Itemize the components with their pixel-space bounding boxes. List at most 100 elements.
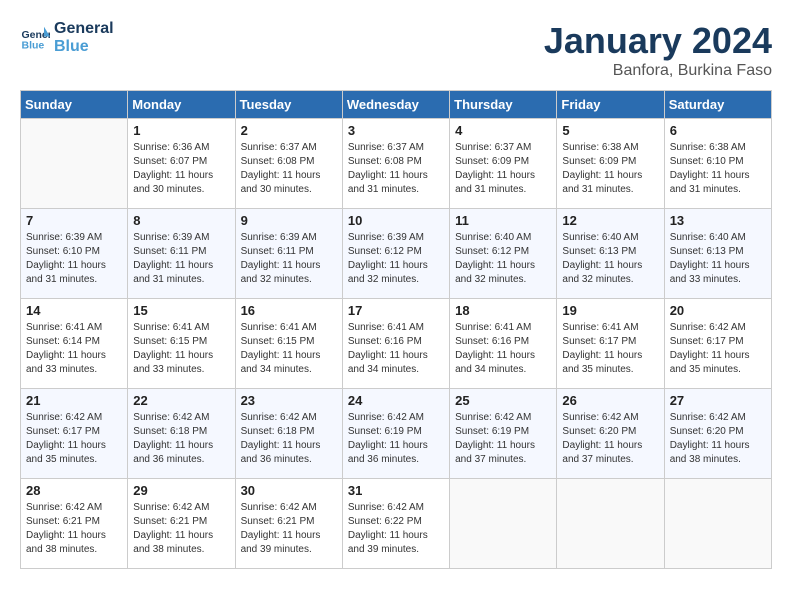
day-number: 20 (670, 303, 766, 318)
day-info: Sunrise: 6:37 AM Sunset: 6:08 PM Dayligh… (348, 141, 444, 197)
calendar-title: January 2024 (544, 20, 772, 62)
page-header: General Blue General Blue January 2024 B… (20, 20, 772, 80)
weekday-header: Saturday (664, 91, 771, 119)
calendar-body: 1 Sunrise: 6:36 AM Sunset: 6:07 PM Daylig… (21, 119, 772, 569)
calendar-cell: 29 Sunrise: 6:42 AM Sunset: 6:21 PM Dayli… (128, 479, 235, 569)
calendar-cell: 26Sunrise: 6:42 AM Sunset: 6:20 PM Dayli… (557, 389, 664, 479)
day-number: 5 (562, 123, 658, 138)
day-info: Sunrise: 6:41 AM Sunset: 6:17 PM Dayligh… (562, 321, 658, 377)
calendar-week-row: 1 Sunrise: 6:36 AM Sunset: 6:07 PM Daylig… (21, 119, 772, 209)
calendar-cell: 19Sunrise: 6:41 AM Sunset: 6:17 PM Dayli… (557, 299, 664, 389)
calendar-week-row: 21 Sunrise: 6:42 AM Sunset: 6:17 PM Dayli… (21, 389, 772, 479)
day-number: 11 (455, 213, 551, 228)
day-info: Sunrise: 6:42 AM Sunset: 6:21 PM Dayligh… (241, 501, 337, 557)
day-info: Sunrise: 6:40 AM Sunset: 6:13 PM Dayligh… (670, 231, 766, 287)
calendar-cell: 2Sunrise: 6:37 AM Sunset: 6:08 PM Daylig… (235, 119, 342, 209)
day-info: Sunrise: 6:39 AM Sunset: 6:12 PM Dayligh… (348, 231, 444, 287)
calendar-cell: 13 Sunrise: 6:40 AM Sunset: 6:13 PM Dayli… (664, 209, 771, 299)
day-number: 9 (241, 213, 337, 228)
day-number: 4 (455, 123, 551, 138)
calendar-cell: 4 Sunrise: 6:37 AM Sunset: 6:09 PM Daylig… (450, 119, 557, 209)
day-number: 24 (348, 393, 444, 408)
day-number: 8 (133, 213, 229, 228)
day-number: 13 (670, 213, 766, 228)
calendar-cell: 3 Sunrise: 6:37 AM Sunset: 6:08 PM Daylig… (342, 119, 449, 209)
calendar-week-row: 7Sunrise: 6:39 AM Sunset: 6:10 PM Daylig… (21, 209, 772, 299)
calendar-cell: 23 Sunrise: 6:42 AM Sunset: 6:18 PM Dayli… (235, 389, 342, 479)
day-number: 16 (241, 303, 337, 318)
day-number: 25 (455, 393, 551, 408)
calendar-cell: 1 Sunrise: 6:36 AM Sunset: 6:07 PM Daylig… (128, 119, 235, 209)
day-info: Sunrise: 6:41 AM Sunset: 6:16 PM Dayligh… (455, 321, 551, 377)
calendar-cell: 24 Sunrise: 6:42 AM Sunset: 6:19 PM Dayli… (342, 389, 449, 479)
day-number: 12 (562, 213, 658, 228)
calendar-header: SundayMondayTuesdayWednesdayThursdayFrid… (21, 91, 772, 119)
day-info: Sunrise: 6:38 AM Sunset: 6:10 PM Dayligh… (670, 141, 766, 197)
day-number: 31 (348, 483, 444, 498)
day-number: 17 (348, 303, 444, 318)
day-info: Sunrise: 6:37 AM Sunset: 6:08 PM Dayligh… (241, 141, 337, 197)
calendar-cell: 30Sunrise: 6:42 AM Sunset: 6:21 PM Dayli… (235, 479, 342, 569)
day-info: Sunrise: 6:41 AM Sunset: 6:15 PM Dayligh… (133, 321, 229, 377)
day-info: Sunrise: 6:42 AM Sunset: 6:17 PM Dayligh… (670, 321, 766, 377)
weekday-header: Sunday (21, 91, 128, 119)
day-number: 1 (133, 123, 229, 138)
calendar-cell: 9 Sunrise: 6:39 AM Sunset: 6:11 PM Daylig… (235, 209, 342, 299)
day-info: Sunrise: 6:38 AM Sunset: 6:09 PM Dayligh… (562, 141, 658, 197)
calendar-cell: 15 Sunrise: 6:41 AM Sunset: 6:15 PM Dayli… (128, 299, 235, 389)
calendar-cell: 14Sunrise: 6:41 AM Sunset: 6:14 PM Dayli… (21, 299, 128, 389)
day-number: 28 (26, 483, 122, 498)
calendar-cell: 16 Sunrise: 6:41 AM Sunset: 6:15 PM Dayli… (235, 299, 342, 389)
calendar-cell: 31 Sunrise: 6:42 AM Sunset: 6:22 PM Dayli… (342, 479, 449, 569)
calendar-cell: 21 Sunrise: 6:42 AM Sunset: 6:17 PM Dayli… (21, 389, 128, 479)
logo-blue: Blue (54, 38, 114, 56)
weekday-header: Friday (557, 91, 664, 119)
logo: General Blue General Blue (20, 20, 114, 55)
day-info: Sunrise: 6:42 AM Sunset: 6:17 PM Dayligh… (26, 411, 122, 467)
calendar-cell: 18Sunrise: 6:41 AM Sunset: 6:16 PM Dayli… (450, 299, 557, 389)
day-number: 23 (241, 393, 337, 408)
svg-text:Blue: Blue (22, 39, 45, 51)
weekday-header: Thursday (450, 91, 557, 119)
day-info: Sunrise: 6:42 AM Sunset: 6:18 PM Dayligh… (241, 411, 337, 467)
day-info: Sunrise: 6:42 AM Sunset: 6:22 PM Dayligh… (348, 501, 444, 557)
day-info: Sunrise: 6:42 AM Sunset: 6:20 PM Dayligh… (670, 411, 766, 467)
calendar-cell: 7Sunrise: 6:39 AM Sunset: 6:10 PM Daylig… (21, 209, 128, 299)
calendar-cell (450, 479, 557, 569)
calendar-cell: 11Sunrise: 6:40 AM Sunset: 6:12 PM Dayli… (450, 209, 557, 299)
weekday-header: Monday (128, 91, 235, 119)
day-info: Sunrise: 6:42 AM Sunset: 6:18 PM Dayligh… (133, 411, 229, 467)
header-row: SundayMondayTuesdayWednesdayThursdayFrid… (21, 91, 772, 119)
day-number: 14 (26, 303, 122, 318)
day-number: 21 (26, 393, 122, 408)
logo-icon: General Blue (20, 23, 50, 53)
day-info: Sunrise: 6:39 AM Sunset: 6:11 PM Dayligh… (241, 231, 337, 287)
day-info: Sunrise: 6:39 AM Sunset: 6:10 PM Dayligh… (26, 231, 122, 287)
calendar-cell: 6 Sunrise: 6:38 AM Sunset: 6:10 PM Daylig… (664, 119, 771, 209)
day-number: 10 (348, 213, 444, 228)
day-info: Sunrise: 6:42 AM Sunset: 6:21 PM Dayligh… (26, 501, 122, 557)
day-number: 15 (133, 303, 229, 318)
day-info: Sunrise: 6:42 AM Sunset: 6:21 PM Dayligh… (133, 501, 229, 557)
calendar-cell: 10 Sunrise: 6:39 AM Sunset: 6:12 PM Dayli… (342, 209, 449, 299)
day-info: Sunrise: 6:37 AM Sunset: 6:09 PM Dayligh… (455, 141, 551, 197)
day-number: 22 (133, 393, 229, 408)
day-info: Sunrise: 6:42 AM Sunset: 6:19 PM Dayligh… (348, 411, 444, 467)
calendar-cell (664, 479, 771, 569)
day-info: Sunrise: 6:41 AM Sunset: 6:15 PM Dayligh… (241, 321, 337, 377)
calendar-subtitle: Banfora, Burkina Faso (544, 62, 772, 80)
day-info: Sunrise: 6:42 AM Sunset: 6:19 PM Dayligh… (455, 411, 551, 467)
day-number: 3 (348, 123, 444, 138)
day-number: 6 (670, 123, 766, 138)
day-number: 29 (133, 483, 229, 498)
calendar-cell: 5 Sunrise: 6:38 AM Sunset: 6:09 PM Daylig… (557, 119, 664, 209)
calendar-table: SundayMondayTuesdayWednesdayThursdayFrid… (20, 90, 772, 569)
calendar-cell (21, 119, 128, 209)
calendar-cell: 27Sunrise: 6:42 AM Sunset: 6:20 PM Dayli… (664, 389, 771, 479)
calendar-cell: 25 Sunrise: 6:42 AM Sunset: 6:19 PM Dayli… (450, 389, 557, 479)
calendar-cell: 17Sunrise: 6:41 AM Sunset: 6:16 PM Dayli… (342, 299, 449, 389)
calendar-cell: 22 Sunrise: 6:42 AM Sunset: 6:18 PM Dayli… (128, 389, 235, 479)
day-info: Sunrise: 6:36 AM Sunset: 6:07 PM Dayligh… (133, 141, 229, 197)
calendar-cell: 8Sunrise: 6:39 AM Sunset: 6:11 PM Daylig… (128, 209, 235, 299)
calendar-cell (557, 479, 664, 569)
